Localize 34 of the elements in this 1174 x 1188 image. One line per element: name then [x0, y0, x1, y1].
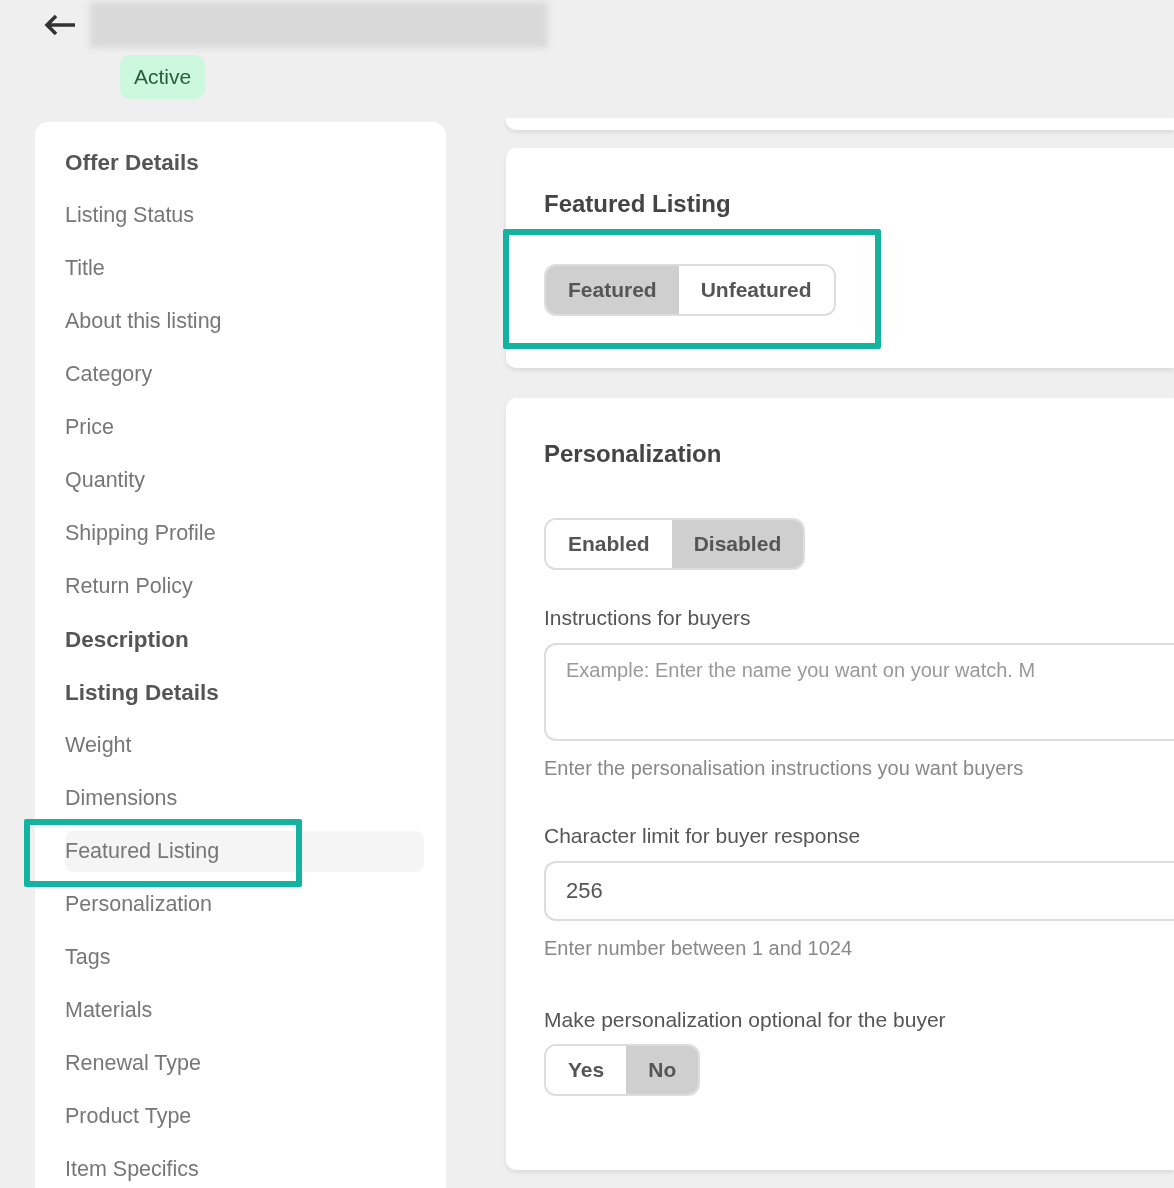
sidebar-heading[interactable]: Description — [65, 618, 424, 661]
sidebar-item[interactable]: Featured Listing — [65, 831, 424, 872]
sidebar-item[interactable]: Item Specifics — [65, 1149, 424, 1188]
character-limit-field[interactable]: 256 — [544, 861, 1174, 921]
sidebar-item[interactable]: Materials — [65, 990, 424, 1031]
field-label: Make personalization optional for the buyer — [544, 1008, 947, 1032]
sidebar-item[interactable]: Title — [65, 248, 424, 289]
sidebar-item[interactable]: Listing Status — [65, 195, 424, 236]
sidebar-item[interactable]: Price — [65, 407, 424, 448]
sidebar-item[interactable]: Category — [65, 354, 424, 395]
section-title: Personalization — [544, 440, 723, 468]
toggle-option[interactable]: No — [626, 1046, 699, 1094]
status-badge: Active — [120, 55, 206, 99]
sidebar-item[interactable]: Personalization — [65, 884, 424, 925]
sidebar-item[interactable]: Renewal Type — [65, 1043, 424, 1084]
toggle-option[interactable]: Disabled — [671, 520, 804, 568]
sidebar-heading[interactable]: Offer Details — [65, 141, 424, 184]
sidebar-item[interactable]: Product Type — [65, 1096, 424, 1137]
field-label: Instructions for buyers — [544, 606, 752, 630]
sidebar-item[interactable]: Return Policy — [65, 566, 424, 607]
sidebar-item[interactable]: Tags — [65, 937, 424, 978]
help-text: Enter number between 1 and 1024 — [544, 937, 853, 960]
sidebar-item[interactable]: Quantity — [65, 460, 424, 501]
instructions-field[interactable]: Example: Enter the name you want on your watch. M — [544, 643, 1174, 741]
sidebar-heading[interactable]: Listing Details — [65, 671, 424, 714]
sidebar-item[interactable]: Weight — [65, 725, 424, 766]
toggle-option[interactable]: Featured — [546, 266, 679, 314]
sidebar-item[interactable]: About this listing — [65, 301, 424, 342]
help-text: Enter the personalisation instructions you want buyers — [544, 757, 1025, 780]
back-arrow-icon[interactable] — [43, 13, 77, 37]
sidebar-item[interactable]: Shipping Profile — [65, 513, 424, 554]
field-label: Character limit for buyer response — [544, 824, 862, 848]
section-title: Featured Listing — [544, 190, 732, 218]
sidebar-item[interactable]: Dimensions — [65, 778, 424, 819]
